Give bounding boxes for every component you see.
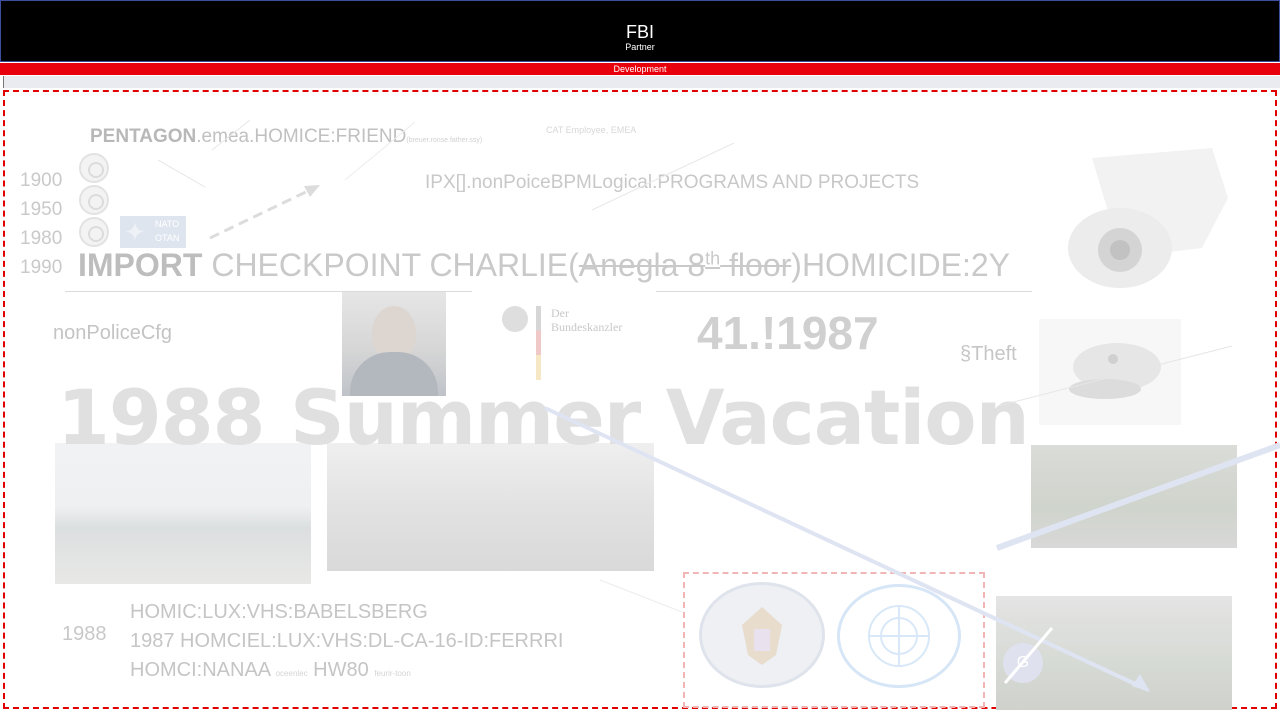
ipx-line: IPX[].nonPoiceBPMLogical.PROGRAMS AND PR… [425, 172, 920, 193]
bottom-line-3: HOMCI:NANAA oceenlec HW80 feurir-toon [130, 659, 411, 682]
seal-badge-icon [79, 153, 109, 183]
import-strike-b: floor [720, 247, 792, 283]
import-strike-a: Anegla 8 [578, 247, 706, 283]
import-sup: th [705, 248, 721, 269]
gray-strip [3, 76, 1280, 88]
year-1990: 1990 [20, 257, 63, 278]
nato-text: NATO [155, 219, 180, 229]
development-label: Development [613, 64, 667, 74]
pentagon-bold: PENTAGON [90, 126, 197, 147]
un-emblem-icon [837, 584, 961, 688]
bottom-line-3b: HW80 [307, 659, 369, 681]
seal-badge-icon [79, 217, 109, 247]
theft-label: §Theft [960, 343, 1017, 365]
import-part2: )HOMICIDE:2Y [791, 247, 1010, 283]
street-photo-1 [55, 443, 311, 584]
bottom-line-1: HOMIC:LUX:VHS:BABELSBERG [130, 601, 428, 623]
year-1950: 1950 [20, 199, 63, 220]
pentagon-small: (breuer.ronse.father.ssy) [406, 137, 483, 144]
year-1900: 1900 [20, 170, 63, 191]
camera-icon [1068, 148, 1228, 288]
un-globe-icon [868, 605, 930, 667]
header-title: FBI [625, 22, 654, 42]
divider-right [656, 291, 1032, 292]
bottom-line-2: 1987 HOMCIEL:LUX:VHS:DL-CA-16-ID:FERRRI [130, 630, 564, 652]
import-bold: IMPORT [78, 247, 203, 283]
pentagon-line: PENTAGON.emea.HOMICE:FRIEND(breuer.ronse… [90, 126, 482, 148]
bottom-line-3-tiny2: feurir-toon [374, 669, 411, 678]
nsa-eagle-icon [742, 607, 782, 665]
year-1980: 1980 [20, 228, 63, 249]
german-flag-bar [536, 306, 541, 380]
seal-badge-icon [79, 185, 109, 215]
police-cap-icon [1069, 343, 1161, 399]
cat-employee-label: CAT Employee, EMEA [546, 125, 637, 135]
big-number: 41.!1987 [697, 307, 879, 359]
nonpolice-label: nonPoliceCfg [53, 322, 172, 344]
nsa-seal-icon [699, 582, 825, 688]
kanzler-line1: Der [551, 306, 569, 320]
g-badge: G [1003, 643, 1043, 683]
summer-title: 1988 Summer Vacation [57, 373, 1030, 462]
bottom-line-3-tiny1: oceenlec [275, 669, 308, 678]
otan-text: OTAN [155, 233, 180, 243]
bottom-line-3a: HOMCI:NANAA [130, 659, 271, 681]
kanzler-line2: Bundeskanzler [551, 320, 623, 334]
street-photo-3 [1031, 445, 1237, 548]
import-part1: CHECKPOINT CHARLIE( [202, 247, 579, 283]
bottom-year: 1988 [62, 623, 107, 645]
street-photo-2 [327, 443, 654, 571]
import-line: IMPORT CHECKPOINT CHARLIE(Anegla 8th flo… [78, 247, 1010, 284]
pentagon-rest: .emea.HOMICE:FRIEND [196, 126, 407, 147]
import-strike: Anegla 8th floor [579, 247, 791, 283]
police-cap-photo [1039, 319, 1181, 425]
header-subtitle: Partner [625, 42, 655, 52]
eagle-icon [502, 306, 528, 332]
nato-star-icon: ✦ [124, 217, 146, 247]
